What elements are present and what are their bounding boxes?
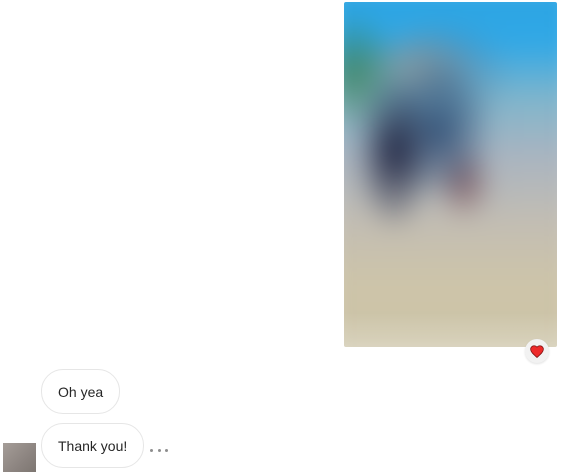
shared-photo-message[interactable] bbox=[344, 2, 557, 347]
ellipsis-icon[interactable] bbox=[150, 445, 168, 455]
heart-reaction[interactable] bbox=[525, 339, 549, 363]
dot bbox=[165, 448, 168, 452]
message-text: Oh yea bbox=[58, 383, 104, 400]
dot bbox=[157, 448, 161, 452]
message-text: Thank you! bbox=[58, 437, 128, 454]
heart-icon bbox=[530, 345, 544, 358]
photo-overlay bbox=[344, 2, 557, 347]
message-bubble[interactable]: Oh yea bbox=[41, 369, 121, 414]
dot bbox=[150, 448, 153, 452]
message-bubble[interactable]: Thank you! bbox=[41, 423, 145, 468]
avatar[interactable] bbox=[3, 443, 36, 472]
